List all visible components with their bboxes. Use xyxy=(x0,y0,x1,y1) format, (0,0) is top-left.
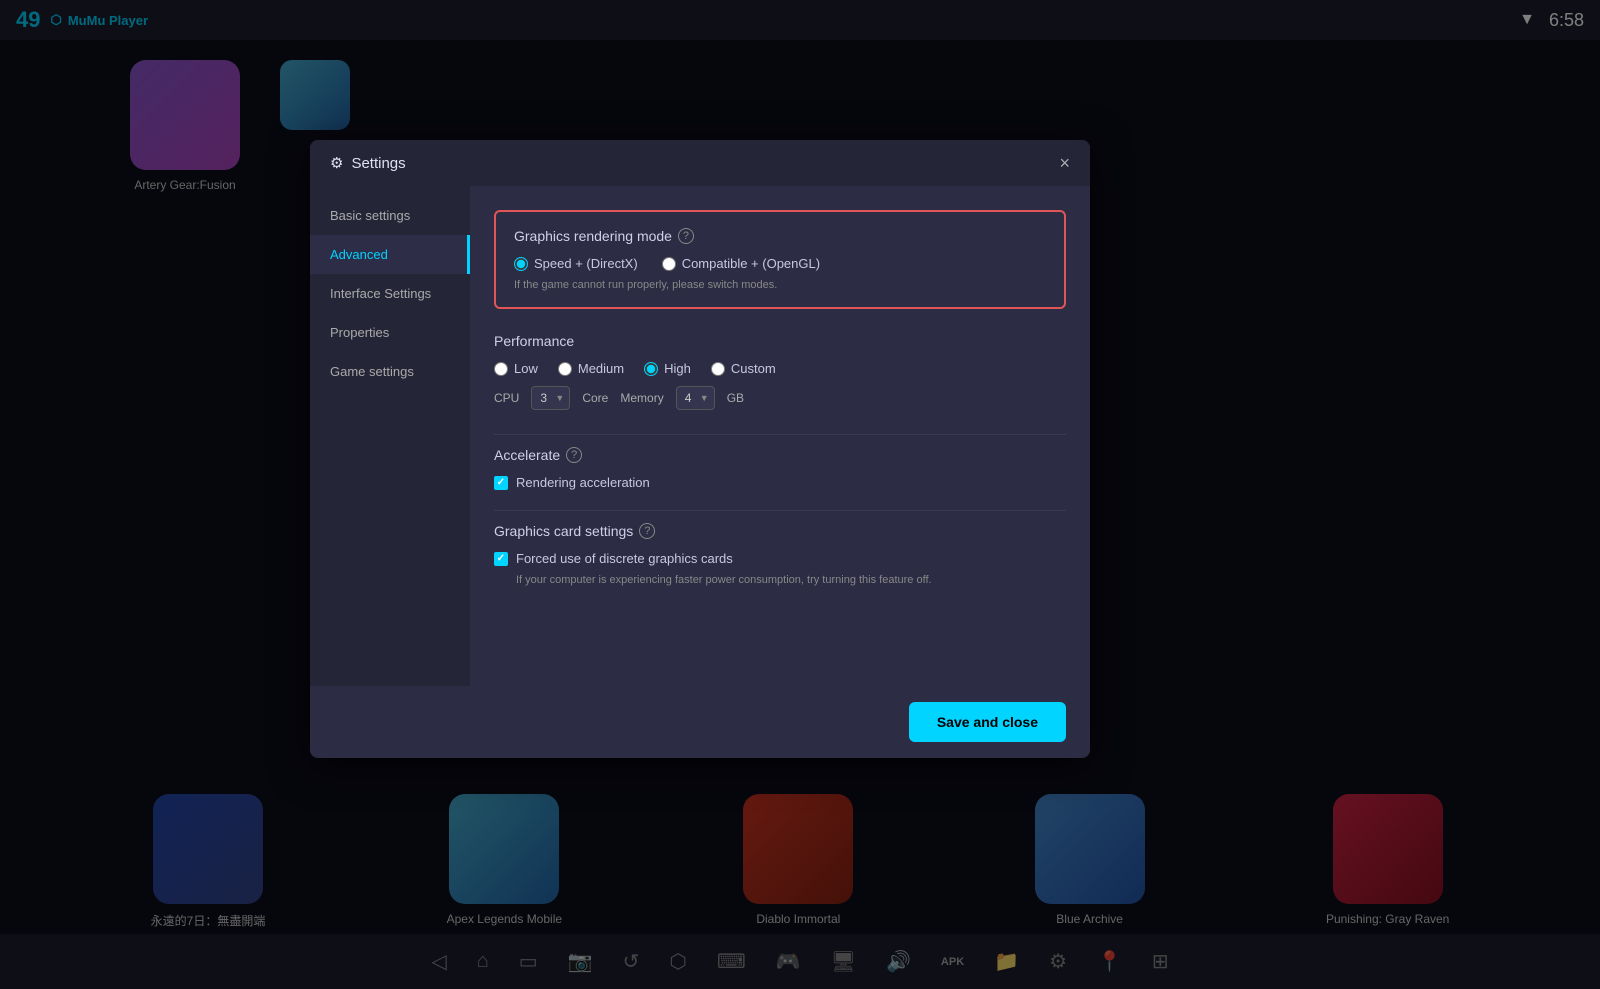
perf-medium[interactable]: Medium xyxy=(558,361,624,376)
sidebar-item-basic[interactable]: Basic settings xyxy=(310,196,470,235)
rendering-acceleration-label: Rendering acceleration xyxy=(516,475,650,490)
radio-option-directx[interactable]: Speed + (DirectX) xyxy=(514,256,638,271)
memory-label: Memory xyxy=(620,391,663,405)
settings-gear-icon: ⚙ xyxy=(330,154,343,172)
divider-2 xyxy=(494,510,1066,511)
modal-title: ⚙ Settings xyxy=(330,154,406,172)
cpu-select[interactable]: 3 4 6 8 xyxy=(531,386,570,410)
settings-content: Graphics rendering mode ? Speed + (Direc… xyxy=(470,186,1090,686)
graphics-card-help-icon[interactable]: ? xyxy=(639,523,655,539)
perf-low[interactable]: Low xyxy=(494,361,538,376)
graphics-card-section: Graphics card settings ? Forced use of d… xyxy=(494,523,1066,586)
settings-modal: ⚙ Settings × Basic settings Advanced Int… xyxy=(310,140,1090,758)
cpu-memory-row: CPU 3 4 6 8 Core Memory xyxy=(494,386,1066,410)
divider-1 xyxy=(494,434,1066,435)
modal-body: Basic settings Advanced Interface Settin… xyxy=(310,186,1090,686)
sidebar-item-advanced[interactable]: Advanced xyxy=(310,235,470,274)
rendering-acceleration-checkbox[interactable] xyxy=(494,476,508,490)
memory-select-wrap[interactable]: 4 6 8 xyxy=(676,386,715,410)
modal-close-button[interactable]: × xyxy=(1059,154,1070,172)
sidebar-item-game[interactable]: Game settings xyxy=(310,352,470,391)
discrete-graphics-checkbox-label[interactable]: Forced use of discrete graphics cards xyxy=(494,551,1066,566)
discrete-graphics-label: Forced use of discrete graphics cards xyxy=(516,551,733,566)
rendering-mode-radio-group: Speed + (DirectX) Compatible + (OpenGL) xyxy=(514,256,1046,271)
rendering-acceleration-checkbox-label[interactable]: Rendering acceleration xyxy=(494,475,1066,490)
modal-header: ⚙ Settings × xyxy=(310,140,1090,186)
cpu-select-wrap[interactable]: 3 4 6 8 xyxy=(531,386,570,410)
discrete-graphics-checkbox[interactable] xyxy=(494,552,508,566)
core-label: Core xyxy=(582,391,608,405)
settings-nav-sidebar: Basic settings Advanced Interface Settin… xyxy=(310,186,470,686)
cpu-label: CPU xyxy=(494,391,519,405)
accelerate-help-icon[interactable]: ? xyxy=(566,447,582,463)
save-close-button[interactable]: Save and close xyxy=(909,702,1066,742)
graphics-card-title: Graphics card settings ? xyxy=(494,523,1066,539)
accelerate-section: Accelerate ? Rendering acceleration xyxy=(494,447,1066,490)
radio-option-opengl[interactable]: Compatible + (OpenGL) xyxy=(662,256,820,271)
perf-high[interactable]: High xyxy=(644,361,691,376)
performance-section: Performance Low Medium Hig xyxy=(494,333,1066,410)
sidebar-item-properties[interactable]: Properties xyxy=(310,313,470,352)
performance-radio-row: Low Medium High Custom xyxy=(494,361,1066,376)
sidebar-item-interface[interactable]: Interface Settings xyxy=(310,274,470,313)
modal-footer: Save and close xyxy=(310,686,1090,758)
rendering-mode-section: Graphics rendering mode ? Speed + (Direc… xyxy=(494,210,1066,309)
gb-label: GB xyxy=(727,391,744,405)
rendering-mode-help-icon[interactable]: ? xyxy=(678,228,694,244)
rendering-mode-title: Graphics rendering mode ? xyxy=(514,228,1046,244)
perf-custom[interactable]: Custom xyxy=(711,361,776,376)
discrete-graphics-hint: If your computer is experiencing faster … xyxy=(494,574,1066,586)
performance-title: Performance xyxy=(494,333,1066,349)
accelerate-title: Accelerate ? xyxy=(494,447,1066,463)
desktop: 49 ⬡ MuMu Player ▼ 6:58 Artery Gear:Fusi… xyxy=(0,0,1600,989)
memory-select[interactable]: 4 6 8 xyxy=(676,386,715,410)
rendering-mode-hint: If the game cannot run properly, please … xyxy=(514,279,1046,291)
